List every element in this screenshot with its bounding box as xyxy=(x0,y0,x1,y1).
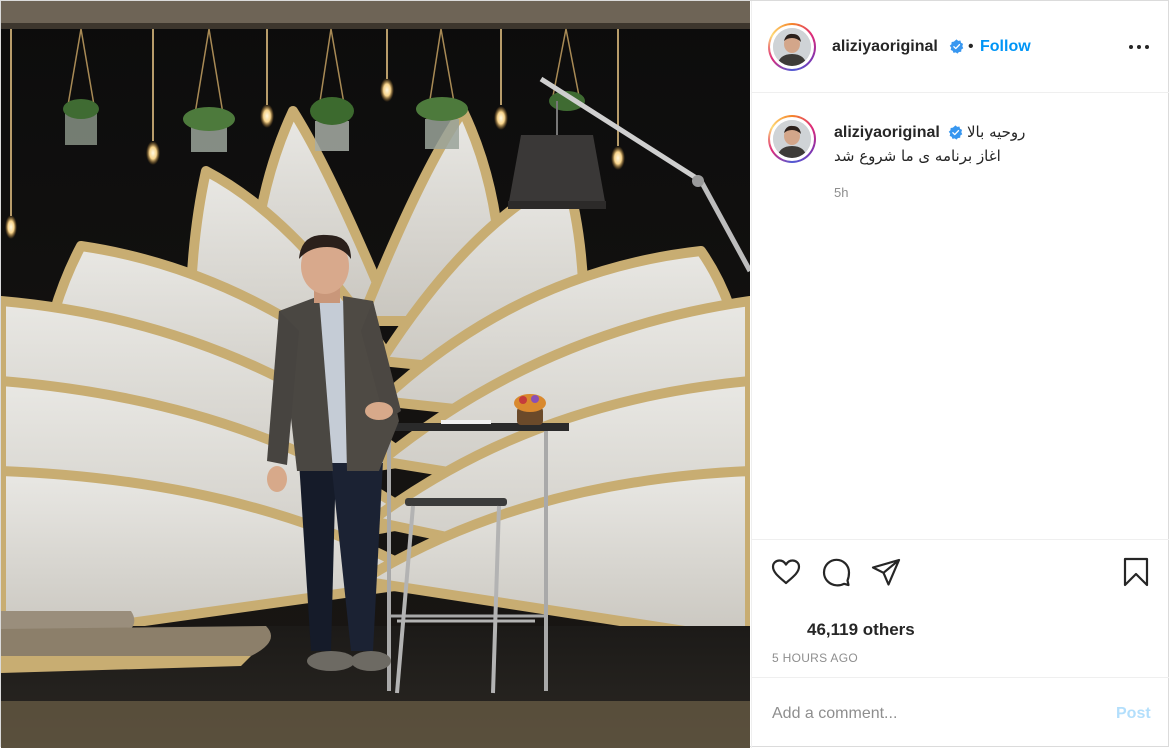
likes-count[interactable]: 46,119 others xyxy=(807,620,915,640)
caption-text-line-2: اغاز برنامه ی ما شروع شد xyxy=(834,147,1001,165)
author-username[interactable]: aliziyaoriginal xyxy=(832,38,938,56)
header-separator: • xyxy=(968,38,974,55)
action-bar xyxy=(752,539,1169,601)
author-avatar[interactable] xyxy=(768,23,816,71)
heart-icon[interactable] xyxy=(770,556,802,588)
caption-username[interactable]: aliziyaoriginal xyxy=(834,124,940,142)
post-header: aliziyaoriginal • Follow xyxy=(752,1,1169,93)
post-comment-button[interactable]: Post xyxy=(1116,705,1151,723)
profile-photo-icon xyxy=(773,120,811,158)
more-options-icon[interactable] xyxy=(1124,35,1154,59)
caption-avatar[interactable] xyxy=(768,115,816,163)
profile-photo-icon xyxy=(773,28,811,66)
caption-text-line-1: روحیه بالا xyxy=(967,123,1026,141)
comment-bar: Post xyxy=(752,677,1169,748)
instagram-post: aliziyaoriginal • Follow aliziyaoriginal… xyxy=(0,0,1169,748)
follow-button[interactable]: Follow xyxy=(980,38,1031,56)
verified-badge-icon xyxy=(948,125,963,140)
post-image[interactable] xyxy=(1,1,750,748)
bookmark-icon[interactable] xyxy=(1120,556,1152,588)
caption-time[interactable]: 5h xyxy=(834,185,848,200)
comment-input[interactable] xyxy=(772,700,1092,728)
verified-badge-icon xyxy=(949,39,964,54)
post-timestamp[interactable]: 5 HOURS AGO xyxy=(772,651,858,665)
stage-photo xyxy=(1,1,750,748)
comment-icon[interactable] xyxy=(820,556,852,588)
paper-plane-icon[interactable] xyxy=(870,556,902,588)
post-details-panel: aliziyaoriginal • Follow aliziyaoriginal… xyxy=(751,1,1169,748)
